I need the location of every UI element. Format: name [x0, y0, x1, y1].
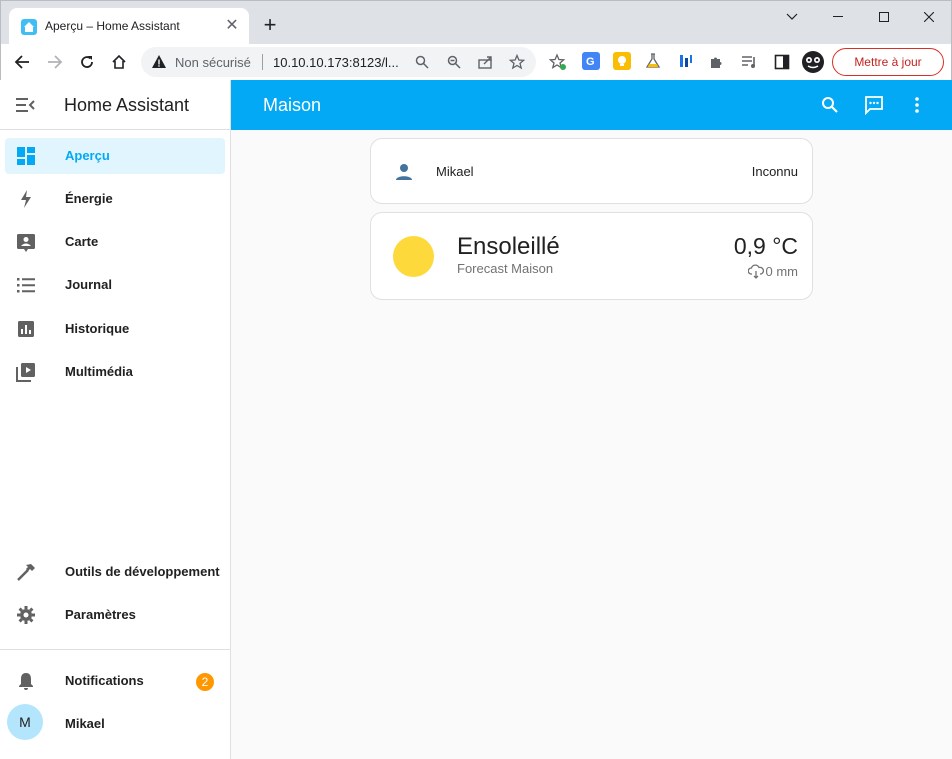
home-icon[interactable]: [107, 50, 131, 74]
google-translate-icon[interactable]: G: [582, 52, 600, 70]
precipitation-value: 0 mm: [765, 264, 799, 279]
maximize-icon[interactable]: [861, 1, 907, 33]
person-icon: [393, 161, 415, 183]
tab-close-icon[interactable]: ✕: [223, 17, 241, 35]
minimize-icon[interactable]: [815, 1, 861, 33]
keep-extension-icon[interactable]: [613, 52, 631, 70]
sidebar-item-notifications[interactable]: Notifications 2: [5, 663, 225, 699]
sidebar-item-label: Carte: [65, 234, 99, 249]
list-icon: [15, 274, 37, 296]
svg-text:G: G: [586, 56, 595, 68]
weather-temperature: 0,9 °C: [733, 233, 798, 259]
browser-toolbar: Non sécurisé 10.10.10.173:8123/l... G Me…: [0, 44, 952, 80]
sidebar-item-energie[interactable]: Énergie: [5, 181, 225, 217]
lightning-icon: [15, 188, 37, 210]
weather-state: Ensoleillé: [457, 233, 560, 260]
browser-tab[interactable]: Aperçu – Home Assistant ✕: [9, 8, 249, 45]
media-icon: [15, 361, 37, 383]
bell-icon: [15, 670, 37, 692]
sidebar-item-label: Multimédia: [65, 364, 133, 379]
browser-tabbar: Aperçu – Home Assistant ✕ +: [0, 0, 952, 45]
sunny-icon: [393, 236, 434, 277]
sidebar-item-label: Mikael: [65, 716, 105, 731]
dashboard-icon: [15, 145, 37, 167]
window-close-icon[interactable]: [906, 1, 952, 33]
side-panel-icon[interactable]: [770, 50, 794, 74]
map-icon: [15, 231, 37, 253]
weather-card[interactable]: Ensoleillé Forecast Maison 0,9 °C 0 mm: [370, 212, 813, 300]
page-title: Maison: [263, 95, 322, 115]
share-icon[interactable]: [477, 53, 495, 71]
dashboard-content: Mikael Inconnu Ensoleillé Forecast Maiso…: [231, 130, 952, 759]
puzzle-extensions-icon[interactable]: [705, 50, 729, 74]
new-tab-button[interactable]: +: [259, 14, 281, 36]
notification-count-badge: 2: [196, 673, 214, 691]
sidebar-item-apercu[interactable]: Aperçu: [5, 138, 225, 174]
sidebar-item-label: Énergie: [65, 191, 113, 206]
sidebar: Home Assistant Aperçu Énergie Carte Jour…: [0, 80, 231, 759]
sidebar-item-outils-developpement[interactable]: Outils de développement: [5, 554, 225, 590]
media-queue-icon[interactable]: [738, 50, 762, 74]
assist-chat-icon[interactable]: [862, 93, 886, 117]
zoom-out-icon[interactable]: [445, 53, 463, 71]
back-arrow-icon[interactable]: [10, 50, 34, 74]
warning-icon[interactable]: [151, 54, 167, 75]
bars-extension-icon[interactable]: [677, 52, 695, 70]
search-icon[interactable]: [413, 53, 431, 71]
flask-extension-icon[interactable]: [644, 52, 662, 70]
sidebar-item-label: Journal: [65, 277, 112, 292]
sidebar-item-carte[interactable]: Carte: [5, 224, 225, 260]
sidebar-item-label: Notifications: [65, 673, 144, 688]
chart-icon: [15, 318, 37, 340]
omnibox-divider: [262, 54, 263, 70]
forward-arrow-icon[interactable]: [43, 50, 67, 74]
bookmark-star-icon[interactable]: [508, 53, 526, 71]
sidebar-item-parametres[interactable]: Paramètres: [5, 597, 225, 633]
sidebar-item-journal[interactable]: Journal: [5, 267, 225, 303]
search-icon[interactable]: [818, 93, 842, 117]
sidebar-item-label: Historique: [65, 321, 130, 336]
sidebar-header: Home Assistant: [0, 80, 230, 130]
sidebar-item-label: Aperçu: [65, 148, 110, 163]
chevron-down-icon[interactable]: [769, 1, 815, 33]
weather-entity-name: Forecast Maison: [457, 261, 554, 276]
rain-cloud-icon: [747, 264, 764, 279]
more-vertical-icon[interactable]: [905, 93, 929, 117]
profile-avatar-icon[interactable]: [801, 50, 825, 74]
person-name: Mikael: [436, 164, 474, 179]
sidebar-item-historique[interactable]: Historique: [5, 311, 225, 347]
reading-list-star-icon[interactable]: [546, 50, 570, 74]
sidebar-item-multimedia[interactable]: Multimédia: [5, 354, 225, 390]
gear-icon: [15, 604, 37, 626]
tab-title: Aperçu – Home Assistant: [45, 19, 180, 33]
sidebar-item-user[interactable]: M Mikael: [5, 704, 225, 742]
insecure-label[interactable]: Non sécurisé: [175, 55, 251, 70]
sidebar-divider: [0, 649, 230, 650]
home-assistant-favicon-icon: [21, 19, 37, 35]
sidebar-item-label: Outils de développement: [65, 564, 220, 579]
menu-collapse-icon[interactable]: [14, 94, 36, 116]
avatar: M: [7, 704, 43, 740]
reload-icon[interactable]: [75, 50, 99, 74]
person-card[interactable]: Mikael Inconnu: [370, 138, 813, 204]
hammer-icon: [15, 561, 37, 583]
app-header: Maison: [231, 80, 952, 130]
address-bar[interactable]: Non sécurisé 10.10.10.173:8123/l...: [141, 47, 536, 77]
weather-precipitation: 0 mm: [747, 263, 799, 279]
url-text[interactable]: 10.10.10.173:8123/l...: [273, 55, 399, 70]
sidebar-title: Home Assistant: [64, 95, 190, 115]
person-state: Inconnu: [751, 164, 798, 179]
update-button[interactable]: Mettre à jour: [832, 48, 944, 76]
sidebar-item-label: Paramètres: [65, 607, 136, 622]
